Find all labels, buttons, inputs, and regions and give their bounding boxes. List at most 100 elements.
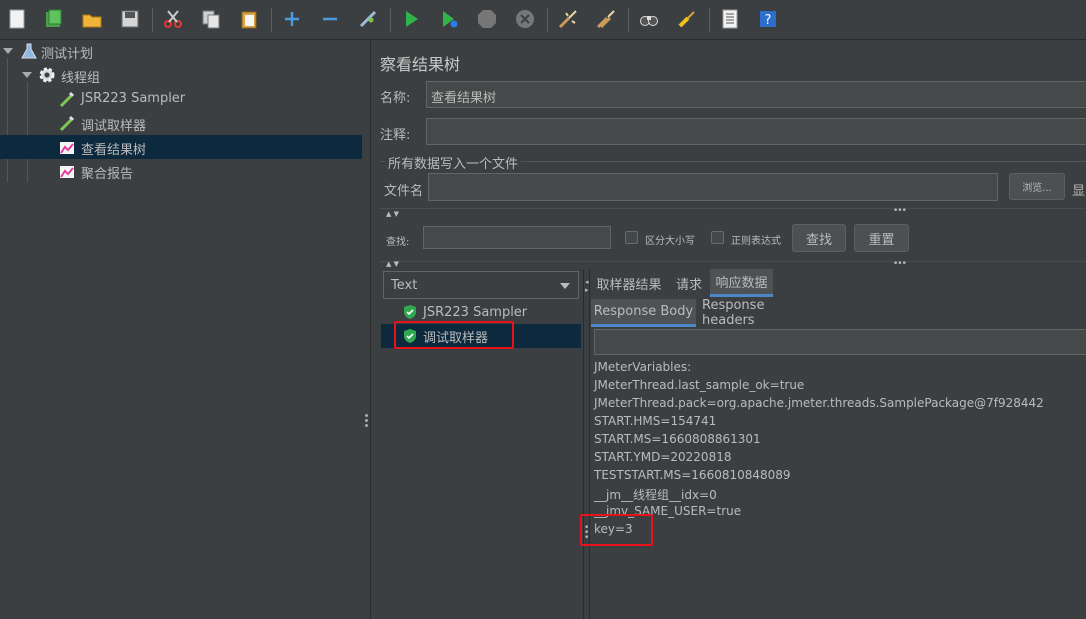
tab-response-data[interactable]: 响应数据 xyxy=(710,269,773,297)
response-line: JMeterVariables: xyxy=(594,360,692,374)
chevron-down-icon[interactable] xyxy=(3,48,13,54)
tree-item-label: 测试计划 xyxy=(41,47,94,62)
toggle-icon[interactable] xyxy=(355,6,381,32)
response-line: key=3 xyxy=(594,522,633,536)
toolbar-separator xyxy=(547,8,548,32)
search-icon[interactable] xyxy=(636,6,662,32)
collapse-arrows-icon[interactable]: ◂ ▸ xyxy=(585,278,589,294)
write-all-label: 所有数据写入一个文件 xyxy=(385,153,522,172)
response-line: START.MS=1660808861301 xyxy=(594,432,761,446)
tab-sampler-result[interactable]: 取样器结果 xyxy=(594,269,664,297)
toolbar: ? xyxy=(0,0,1086,40)
reset-button[interactable]: 重置 xyxy=(854,224,909,252)
toolbar-separator xyxy=(390,8,391,32)
tree-item-jsr223-sampler[interactable]: JSR223 Sampler xyxy=(0,87,362,111)
collapse-arrows-icon[interactable]: ▲ ▼ xyxy=(386,210,399,218)
collapse-arrows-icon[interactable]: ▲ ▼ xyxy=(386,260,399,268)
clear-all-icon[interactable] xyxy=(593,6,619,32)
drag-handle-icon xyxy=(365,414,368,417)
renderer-select-value: Text xyxy=(391,278,418,293)
paste-icon[interactable] xyxy=(236,6,262,32)
response-line: JMeterThread.last_sample_ok=true xyxy=(594,378,805,392)
new-icon[interactable] xyxy=(4,6,30,32)
save-icon[interactable] xyxy=(117,6,143,32)
tree-item-aggregate-report[interactable]: 聚合报告 xyxy=(0,159,362,183)
test-plan-tree: 测试计划 线程组 JSR223 Sampler 调试取样器 查看结果树 聚合报告 xyxy=(0,40,362,619)
regex-checkbox[interactable] xyxy=(711,231,724,244)
split-bar[interactable] xyxy=(380,261,1086,262)
response-line: START.YMD=20220818 xyxy=(594,450,732,464)
result-item-label: JSR223 Sampler xyxy=(423,304,528,320)
filename-field[interactable] xyxy=(428,173,998,201)
split-bar[interactable] xyxy=(380,208,1086,209)
renderer-select[interactable]: Text xyxy=(383,271,579,299)
response-line: __jmv_SAME_USER=true xyxy=(594,504,742,518)
thread-group-gear-icon xyxy=(39,67,55,83)
search-field[interactable] xyxy=(423,226,611,249)
listener-chart-icon xyxy=(60,166,74,178)
start-no-pause-icon[interactable] xyxy=(436,6,462,32)
display-label: 显 xyxy=(1072,184,1086,199)
drag-handle-icon xyxy=(365,424,368,427)
tree-item-label: 调试取样器 xyxy=(81,119,147,134)
page-title: 察看结果树 xyxy=(380,55,461,74)
toolbar-separator xyxy=(709,8,710,32)
tree-item-test-plan[interactable]: 测试计划 xyxy=(0,39,362,63)
chevron-down-icon[interactable] xyxy=(22,72,32,78)
browse-button[interactable]: 浏览... xyxy=(1009,173,1065,200)
success-shield-icon xyxy=(404,305,416,319)
toolbar-separator xyxy=(152,8,153,32)
tree-splitter[interactable] xyxy=(362,40,371,619)
sampler-pipette-icon xyxy=(59,115,75,132)
response-search-field[interactable] xyxy=(594,329,1086,355)
tree-item-view-results-tree[interactable]: 查看结果树 xyxy=(0,135,362,159)
reset-search-icon[interactable] xyxy=(674,6,700,32)
clear-icon[interactable] xyxy=(555,6,581,32)
stop-icon[interactable] xyxy=(474,6,500,32)
filename-label: 文件名 xyxy=(384,184,424,199)
name-label: 名称: xyxy=(380,91,411,106)
tree-item-label: JSR223 Sampler xyxy=(81,91,186,106)
sampler-pipette-icon xyxy=(59,91,75,108)
comment-field[interactable] xyxy=(426,118,1086,145)
tree-item-debug-sampler[interactable]: 调试取样器 xyxy=(0,111,362,135)
copy-icon[interactable] xyxy=(198,6,224,32)
comment-label: 注释: xyxy=(380,128,411,143)
search-label: 查找: xyxy=(386,237,410,248)
case-sensitive-checkbox[interactable] xyxy=(625,231,638,244)
collapse-icon[interactable] xyxy=(317,6,343,32)
drag-handle-icon xyxy=(365,419,368,422)
listener-chart-icon xyxy=(60,142,74,154)
results-splitter[interactable] xyxy=(583,269,590,619)
response-line: START.HMS=154741 xyxy=(594,414,717,428)
help-icon[interactable]: ? xyxy=(755,6,781,32)
tree-item-thread-group[interactable]: 线程组 xyxy=(0,63,362,87)
tab-response-body[interactable]: Response Body xyxy=(591,299,696,327)
response-body-text: JMeterVariables: JMeterThread.last_sampl… xyxy=(594,360,1086,540)
chevron-down-icon[interactable] xyxy=(560,283,570,289)
find-button[interactable]: 查找 xyxy=(792,224,846,252)
toolbar-separator xyxy=(628,8,629,32)
case-sensitive-label: 区分大小写 xyxy=(645,236,695,247)
function-helper-icon[interactable] xyxy=(717,6,743,32)
tree-item-label: 查看结果树 xyxy=(81,143,147,158)
cut-icon[interactable] xyxy=(160,6,186,32)
shutdown-icon[interactable] xyxy=(512,6,538,32)
tab-response-headers[interactable]: Response headers xyxy=(702,298,814,328)
tree-item-label: 聚合报告 xyxy=(81,167,134,182)
highlight-box xyxy=(580,514,653,546)
view-results-tree-panel: 察看结果树 名称: 查看结果树 注释: 所有数据写入一个文件 文件名 浏览...… xyxy=(372,40,1086,619)
expand-icon[interactable] xyxy=(279,6,305,32)
start-icon[interactable] xyxy=(398,6,424,32)
open-icon[interactable] xyxy=(79,6,105,32)
tab-request[interactable]: 请求 xyxy=(669,269,709,297)
templates-icon[interactable] xyxy=(41,6,67,32)
drag-handle-icon[interactable]: ••• xyxy=(893,259,907,269)
drag-handle-icon[interactable]: ••• xyxy=(893,206,907,216)
test-plan-icon xyxy=(21,43,37,59)
response-line: __jm__线程组__idx=0 xyxy=(594,488,717,502)
response-line: JMeterThread.pack=org.apache.jmeter.thre… xyxy=(594,396,1044,410)
toolbar-separator xyxy=(271,8,272,32)
name-field[interactable]: 查看结果树 xyxy=(426,81,1086,108)
response-line: TESTSTART.MS=1660810848089 xyxy=(594,468,791,482)
